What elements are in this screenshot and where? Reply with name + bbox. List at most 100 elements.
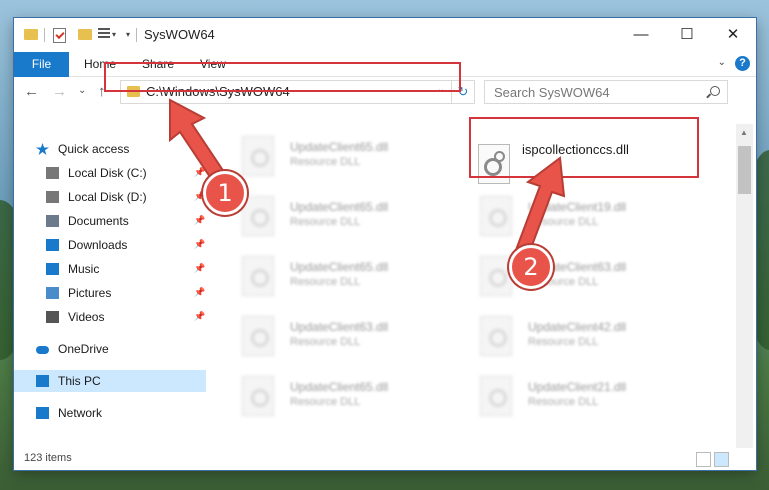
item-count: 123 items <box>24 452 72 464</box>
videos-icon <box>46 311 59 323</box>
qa-dropdown-icon[interactable]: ▾ <box>112 30 116 39</box>
toolbar-separator <box>44 28 45 42</box>
file-name: UpdateClient63.dll <box>290 320 389 334</box>
file-type: Resource DLL <box>528 216 599 228</box>
search-input[interactable]: Search SysWOW64 <box>484 80 728 104</box>
file-item[interactable]: UpdateClient65.dll Resource DLL <box>218 130 428 180</box>
file-type: Resource DLL <box>290 156 361 168</box>
scroll-thumb[interactable] <box>738 146 751 194</box>
large-icons-view-icon[interactable] <box>714 452 729 467</box>
file-type: Resource DLL <box>290 216 361 228</box>
documents-icon <box>46 215 59 227</box>
sidebar-item[interactable]: Downloads 📌 <box>14 234 206 256</box>
dll-file-icon <box>480 376 512 416</box>
recent-locations-icon[interactable]: ⌄ <box>78 85 86 96</box>
sidebar-item-label: This PC <box>58 374 101 388</box>
sidebar-item[interactable]: Local Disk (C:) 📌 <box>14 162 206 184</box>
dll-file-icon <box>480 196 512 236</box>
view-icon[interactable] <box>98 28 110 40</box>
file-item[interactable]: UpdateClient19.dll Resource DLL <box>456 190 666 240</box>
window-title: SysWOW64 <box>144 27 215 42</box>
scroll-up-icon[interactable]: ▲ <box>740 128 748 137</box>
cloud-icon <box>36 346 49 354</box>
file-name: UpdateClient65.dll <box>290 380 389 394</box>
file-item[interactable]: UpdateClient65.dll Resource DLL <box>218 250 428 300</box>
sidebar-item-label: Downloads <box>68 238 128 252</box>
help-icon[interactable]: ? <box>735 56 750 71</box>
close-button[interactable]: ✕ <box>710 18 756 52</box>
pin-icon[interactable]: 📌 <box>194 215 205 226</box>
sidebar-item[interactable]: Music 📌 <box>14 258 206 280</box>
file-name: UpdateClient65.dll <box>290 260 389 274</box>
file-name: UpdateClient65.dll <box>290 140 389 154</box>
star-icon <box>36 143 49 155</box>
toolbar-separator <box>136 28 137 42</box>
sidebar-item[interactable]: This PC <box>14 370 206 392</box>
file-name: UpdateClient21.dll <box>528 380 627 394</box>
vertical-scrollbar[interactable]: ▲ ▼ <box>736 124 753 458</box>
file-item[interactable]: UpdateClient65.dll Resource DLL <box>218 370 428 420</box>
sidebar-item-label: OneDrive <box>58 342 109 356</box>
details-view-icon[interactable] <box>696 452 711 467</box>
sidebar-item-label: Local Disk (C:) <box>68 166 147 180</box>
dll-file-icon <box>242 316 274 356</box>
file-item[interactable]: UpdateClient21.dll Resource DLL <box>456 370 666 420</box>
folder-icon[interactable] <box>24 29 38 40</box>
sidebar-item[interactable]: OneDrive <box>14 338 206 360</box>
chevron-down-icon[interactable]: ⌄ <box>718 57 726 68</box>
pin-icon[interactable]: 📌 <box>194 287 205 298</box>
pin-icon[interactable]: 📌 <box>194 167 205 178</box>
file-type: Resource DLL <box>528 336 599 348</box>
file-item[interactable]: UpdateClient65.dll Resource DLL <box>218 190 428 240</box>
status-bar: 123 items <box>14 448 756 470</box>
sidebar-item[interactable]: Quick access <box>14 138 206 160</box>
sidebar-item-label: Documents <box>68 214 129 228</box>
file-highlight <box>469 117 699 178</box>
file-type: Resource DLL <box>528 396 599 408</box>
file-item[interactable]: UpdateClient63.dll Resource DLL <box>218 310 428 360</box>
drive-icon <box>46 167 59 179</box>
drive-icon <box>46 191 59 203</box>
properties-icon[interactable] <box>53 28 66 43</box>
dll-file-icon <box>242 136 274 176</box>
search-icon[interactable] <box>710 86 720 96</box>
sidebar-item[interactable]: Pictures 📌 <box>14 282 206 304</box>
sidebar-item-label: Pictures <box>68 286 112 300</box>
sidebar-item[interactable]: Videos 📌 <box>14 306 206 328</box>
download-icon <box>46 239 59 251</box>
step-badge-2: 2 <box>509 245 553 289</box>
music-icon <box>46 263 59 275</box>
navigation-pane: Quick access Local Disk (C:) 📌 Local Disk (… <box>14 110 206 444</box>
dll-file-icon <box>242 196 274 236</box>
search-placeholder: Search SysWOW64 <box>494 85 610 100</box>
sidebar-item[interactable]: Documents 📌 <box>14 210 206 232</box>
minimize-button[interactable]: — <box>618 18 664 52</box>
new-folder-icon[interactable] <box>78 29 92 40</box>
file-name: UpdateClient19.dll <box>528 200 627 214</box>
pin-icon[interactable]: 📌 <box>194 263 205 274</box>
sidebar-item-label: Music <box>68 262 100 276</box>
forward-icon[interactable]: → <box>52 83 67 100</box>
back-icon[interactable]: ← <box>24 83 39 100</box>
pin-icon[interactable]: 📌 <box>194 239 205 250</box>
network-icon <box>36 407 49 419</box>
dll-file-icon <box>242 256 274 296</box>
file-name: UpdateClient42.dll <box>528 320 627 334</box>
sidebar-item-label: Local Disk (D:) <box>68 190 147 204</box>
maximize-button[interactable]: ☐ <box>664 18 710 52</box>
dll-file-icon <box>480 316 512 356</box>
sidebar-item[interactable]: Network <box>14 402 206 424</box>
dll-file-icon <box>480 256 512 296</box>
file-item[interactable]: UpdateClient63.dll Resource DLL <box>456 250 666 300</box>
sidebar-item-label: Videos <box>68 310 105 324</box>
file-name: UpdateClient65.dll <box>290 200 389 214</box>
title-bar: ▾ ▾ SysWOW64 — ☐ ✕ <box>14 18 756 52</box>
address-highlight <box>104 62 461 92</box>
file-item[interactable]: UpdateClient42.dll Resource DLL <box>456 310 666 360</box>
dll-file-icon <box>242 376 274 416</box>
qa-customize-icon[interactable]: ▾ <box>126 30 130 39</box>
sidebar-item[interactable]: Local Disk (D:) 📌 <box>14 186 206 208</box>
sidebar-item-label: Quick access <box>58 142 130 156</box>
pin-icon[interactable]: 📌 <box>194 311 205 322</box>
sidebar-item-label: Network <box>58 406 103 420</box>
